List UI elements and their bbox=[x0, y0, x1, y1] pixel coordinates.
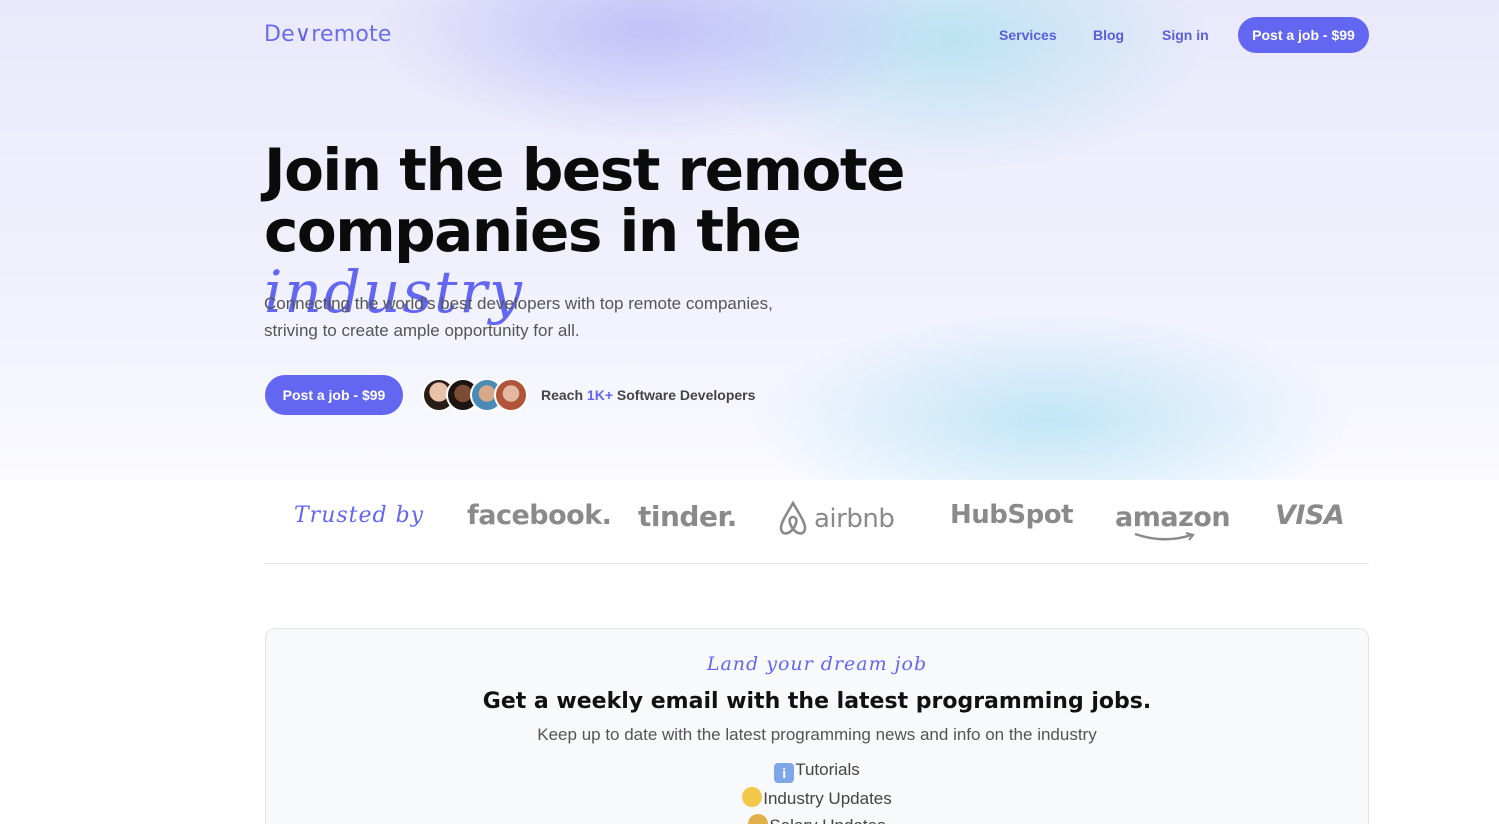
info-icon: i bbox=[774, 763, 795, 783]
nav-sign-in[interactable]: Sign in bbox=[1162, 27, 1209, 43]
perk-label: Industry Updates bbox=[763, 789, 892, 808]
avatar bbox=[494, 378, 528, 412]
perk-salary-updates: Salary Updates bbox=[266, 814, 1368, 824]
brand-airbnb-logo: airbnb bbox=[776, 500, 895, 538]
logo-suffix: remote bbox=[311, 22, 392, 47]
reach-count: 1K+ bbox=[586, 387, 613, 403]
page: De∨remote Services Blog Sign in Post a j… bbox=[0, 0, 1499, 824]
logo-prefix: De bbox=[264, 22, 295, 47]
airbnb-icon bbox=[779, 500, 807, 535]
money-bag-icon bbox=[748, 814, 769, 824]
brand-visa-logo: VISA bbox=[1275, 500, 1345, 531]
perk-label: Tutorials bbox=[795, 760, 860, 779]
newsletter-kicker: Land your dream job bbox=[706, 653, 928, 675]
headline-line-1: Join the best remote bbox=[264, 136, 905, 204]
header-post-job-button[interactable]: Post a job - $99 bbox=[1238, 17, 1369, 53]
reach-prefix: Reach bbox=[541, 387, 584, 403]
logo[interactable]: De∨remote bbox=[264, 22, 392, 47]
brand-airbnb-text: airbnb bbox=[814, 504, 895, 534]
brand-tinder-logo: tinder. bbox=[638, 500, 737, 533]
headline-line-2: companies in the bbox=[264, 197, 802, 265]
amazon-smile-icon bbox=[1134, 532, 1195, 541]
nav-services[interactable]: Services bbox=[999, 27, 1057, 43]
perk-label: Salary Updates bbox=[769, 816, 885, 824]
hero-subtext: Connecting the world's best developers w… bbox=[264, 294, 773, 340]
logo-v-icon: ∨ bbox=[294, 22, 312, 47]
section-divider bbox=[264, 563, 1369, 564]
trusted-by-label: Trusted by bbox=[294, 503, 425, 528]
perk-industry-updates: Industry Updates bbox=[266, 787, 1368, 809]
perk-tutorials: i Tutorials bbox=[266, 760, 1368, 783]
newsletter-title: Get a weekly email with the latest progr… bbox=[482, 689, 1152, 714]
brand-amazon-text: amazon bbox=[1115, 502, 1231, 533]
newsletter-card: Land your dream job Get a weekly email w… bbox=[265, 628, 1369, 824]
developer-avatars bbox=[422, 378, 532, 412]
newsletter-subtitle: Keep up to date with the latest programm… bbox=[537, 725, 1097, 744]
reach-text: Reach 1K+ Software Developers bbox=[541, 387, 755, 403]
monocle-face-icon bbox=[742, 787, 763, 807]
brand-amazon-logo: amazon bbox=[1115, 502, 1231, 541]
brand-facebook-logo: facebook. bbox=[467, 500, 612, 531]
nav-blog[interactable]: Blog bbox=[1093, 27, 1124, 43]
brand-hubspot-logo: HubSpot bbox=[950, 500, 1074, 530]
hero-post-job-button[interactable]: Post a job - $99 bbox=[265, 375, 403, 415]
reach-suffix: Software Developers bbox=[616, 387, 756, 403]
